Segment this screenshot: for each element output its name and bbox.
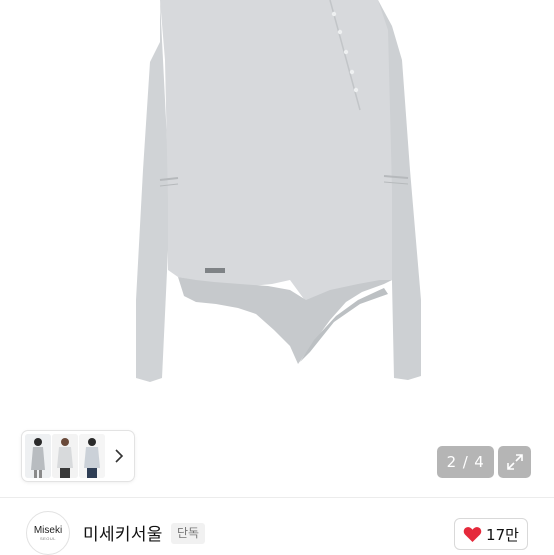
brand-logo[interactable]: Miseki SEOUL [26,511,70,555]
pager-current: 2 [446,453,457,471]
logo-word: Miseki [33,525,63,536]
brand-bar: Miseki SEOUL 미세키서울 단독 17만 [0,498,554,555]
thumbnail-3[interactable] [79,434,105,478]
brand-name[interactable]: 미세키서울 [83,520,163,545]
like-button[interactable]: 17만 [454,518,528,550]
pager-total: 4 [474,453,485,471]
logo-subtext: SEOUL [39,536,57,541]
like-count: 17만 [486,525,519,544]
expand-button[interactable] [498,446,531,478]
image-pager: 2 / 4 [437,446,494,478]
thumbnail-strip[interactable] [22,431,134,481]
exclusive-badge: 단독 [171,523,206,544]
chevron-right-icon[interactable] [110,447,128,465]
pager-separator: / [462,453,469,471]
expand-diagonal-icon [506,454,523,470]
heart-icon [463,526,482,542]
product-image-viewer[interactable]: 2 / 4 [0,0,554,490]
thumbnail-2[interactable] [52,434,78,478]
thumbnail-1[interactable] [25,434,51,478]
product-photo[interactable] [0,0,554,490]
